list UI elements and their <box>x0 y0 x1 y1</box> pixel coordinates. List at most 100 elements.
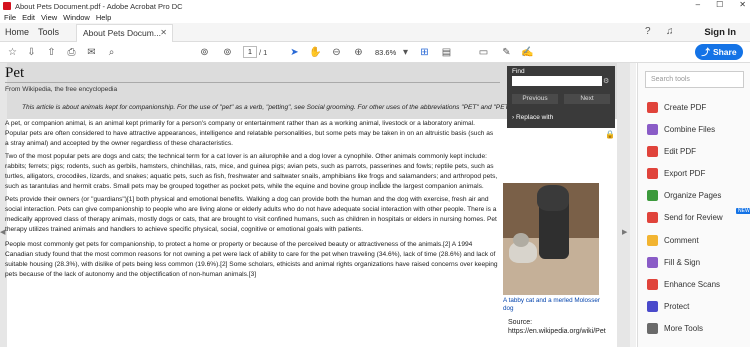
page-total: / 1 <box>259 48 268 57</box>
tool-label: Combine Files <box>664 124 716 134</box>
vertical-scrollbar[interactable] <box>630 63 636 347</box>
page-layout-icon[interactable]: ▤ <box>440 46 453 59</box>
tab-document-label: About Pets Docum... <box>83 28 161 38</box>
replace-with-label: Replace with <box>515 114 554 121</box>
right-panel-toggle-icon[interactable]: ▶ <box>622 228 627 236</box>
tool-label: More Tools <box>664 323 703 333</box>
zoom-in-icon[interactable]: ⊕ <box>352 46 365 59</box>
prev-page-icon[interactable]: ⊚ <box>198 46 211 59</box>
paragraph-2-line-3: turtles, alligators, crocodiles, lizards… <box>5 173 498 180</box>
paragraph-3-line-3: medically approved class of therapy anim… <box>5 216 497 223</box>
upload-icon[interactable]: ⇧ <box>45 46 58 59</box>
zoom-level[interactable]: 83.6% <box>375 48 396 57</box>
share-icon: ⤴ <box>701 47 710 57</box>
tool-label: Edit PDF <box>664 146 697 156</box>
tool-label: Protect <box>664 301 690 311</box>
tool-label: Send for Review <box>664 212 723 222</box>
create-pdf-icon <box>647 101 658 113</box>
tab-tools[interactable]: Tools <box>38 27 59 37</box>
window-title: About Pets Document.pdf - Adobe Acrobat … <box>15 1 183 11</box>
paragraph-4-line-3: suitable housing (28.3%), with dislike o… <box>5 261 498 268</box>
maximize-icon[interactable]: ☐ <box>716 0 723 9</box>
paragraph-1-line-1: A pet, or companion animal, is an animal… <box>5 120 476 127</box>
save-icon[interactable]: ⇩ <box>25 46 38 59</box>
menu-view[interactable]: View <box>41 13 57 22</box>
tool-label: Enhance Scans <box>664 279 721 289</box>
tab-home[interactable]: Home <box>5 27 29 37</box>
paragraph-3-line-2: social interaction. Pets can give compan… <box>5 206 497 213</box>
tool-organize-pages[interactable]: Organize Pages <box>647 188 747 202</box>
text-cursor-icon: I <box>379 180 382 190</box>
tools-pane: Search tools Create PDF Combine Files Edit… <box>637 63 750 347</box>
dog-head-shape <box>537 185 569 211</box>
edit-pdf-icon <box>647 145 658 157</box>
protect-icon <box>647 300 658 312</box>
find-previous-button[interactable]: Previous <box>512 94 558 104</box>
menu-edit[interactable]: Edit <box>22 13 35 22</box>
photo-caption: A tabby cat and a merled Molosser dog <box>503 297 600 312</box>
new-badge: NEW <box>736 208 750 214</box>
source-block: Source: https://en.wikipedia.org/wiki/Pe… <box>508 318 606 336</box>
combine-files-icon <box>647 123 658 135</box>
article-source-line: From Wikipedia, the free encyclopedia <box>5 86 118 93</box>
gear-icon[interactable]: ⚙ <box>603 77 609 85</box>
replace-with-toggle[interactable]: › Replace with <box>512 114 553 121</box>
tool-comment[interactable]: Comment <box>647 233 747 247</box>
sign-in-button[interactable]: Sign In <box>704 27 736 38</box>
hatnote: This article is about animals kept for c… <box>22 104 579 111</box>
tool-export-pdf[interactable]: Export PDF <box>647 166 747 180</box>
tool-more-tools[interactable]: More Tools <box>647 321 747 335</box>
highlight-icon[interactable]: ✎ <box>500 46 513 59</box>
tool-fill-sign[interactable]: Fill & Sign <box>647 255 747 269</box>
select-cursor-icon[interactable]: ➤ <box>288 46 301 59</box>
comment-icon[interactable]: ▭ <box>477 46 490 59</box>
tool-enhance-scans[interactable]: Enhance Scans <box>647 277 747 291</box>
paragraph-4-line-4: pets because of the lack of autonomy and… <box>5 271 257 278</box>
source-url: https://en.wikipedia.org/wiki/Pet <box>508 328 606 335</box>
find-label: Find <box>512 68 525 75</box>
fit-page-icon[interactable]: ⊞ <box>418 46 431 59</box>
minimize-icon[interactable]: – <box>696 0 700 9</box>
bell-icon[interactable]: ♫ <box>666 26 674 37</box>
tool-label: Comment <box>664 235 699 245</box>
more-tools-icon <box>647 322 658 334</box>
paragraph-2-line-4: such as tarantulas and hermit crabs. Sma… <box>5 183 484 190</box>
help-icon[interactable]: ? <box>645 26 651 37</box>
search-icon[interactable]: ⌕ <box>105 46 118 59</box>
next-page-icon[interactable]: ⊚ <box>221 46 234 59</box>
menu-file[interactable]: File <box>4 13 16 22</box>
zoom-out-icon[interactable]: ⊖ <box>330 46 343 59</box>
tool-label: Create PDF <box>664 102 707 112</box>
paragraph-1-line-3: a stray animal) and accepted by the owne… <box>5 140 233 147</box>
menu-window[interactable]: Window <box>63 13 90 22</box>
close-icon[interactable]: ✕ <box>739 0 746 9</box>
email-icon[interactable]: ✉ <box>85 46 98 59</box>
organize-pages-icon <box>647 189 658 201</box>
chevron-down-icon[interactable]: ▾ <box>399 46 412 59</box>
paragraph-4-line-1: People most commonly get pets for compan… <box>5 241 473 248</box>
tool-edit-pdf[interactable]: Edit PDF <box>647 144 747 158</box>
bookmark-add-icon[interactable]: ☆ <box>6 46 19 59</box>
hand-tool-icon[interactable]: ✋ <box>309 46 322 59</box>
export-pdf-icon <box>647 167 658 179</box>
tool-create-pdf[interactable]: Create PDF <box>647 100 747 114</box>
tool-label: Organize Pages <box>664 190 722 200</box>
print-icon[interactable]: ⎙ <box>65 46 78 59</box>
tool-send-for-review[interactable]: Send for Review NEW <box>647 208 750 224</box>
paragraph-3-line-1: Pets provide their owners (or "guardians… <box>5 196 489 203</box>
find-input[interactable] <box>512 76 602 86</box>
menu-help[interactable]: Help <box>96 13 111 22</box>
tool-combine-files[interactable]: Combine Files <box>647 122 747 136</box>
tab-bar: Home Tools About Pets Docum... ✕ ? ♫ Sig… <box>0 23 750 42</box>
pet-photo <box>503 183 599 295</box>
share-button[interactable]: ⤴ Share <box>695 44 743 60</box>
enhance-scans-icon <box>647 278 658 290</box>
tab-document[interactable]: About Pets Docum... ✕ <box>76 24 173 42</box>
page-number-input[interactable]: 1 <box>243 46 257 58</box>
sign-icon[interactable]: ✍ <box>521 46 534 59</box>
find-next-button[interactable]: Next <box>564 94 610 104</box>
tool-protect[interactable]: Protect <box>647 299 747 313</box>
search-tools-input[interactable]: Search tools <box>645 71 744 88</box>
close-tab-icon[interactable]: ✕ <box>160 28 167 37</box>
menu-bar: File Edit View Window Help <box>0 12 750 23</box>
